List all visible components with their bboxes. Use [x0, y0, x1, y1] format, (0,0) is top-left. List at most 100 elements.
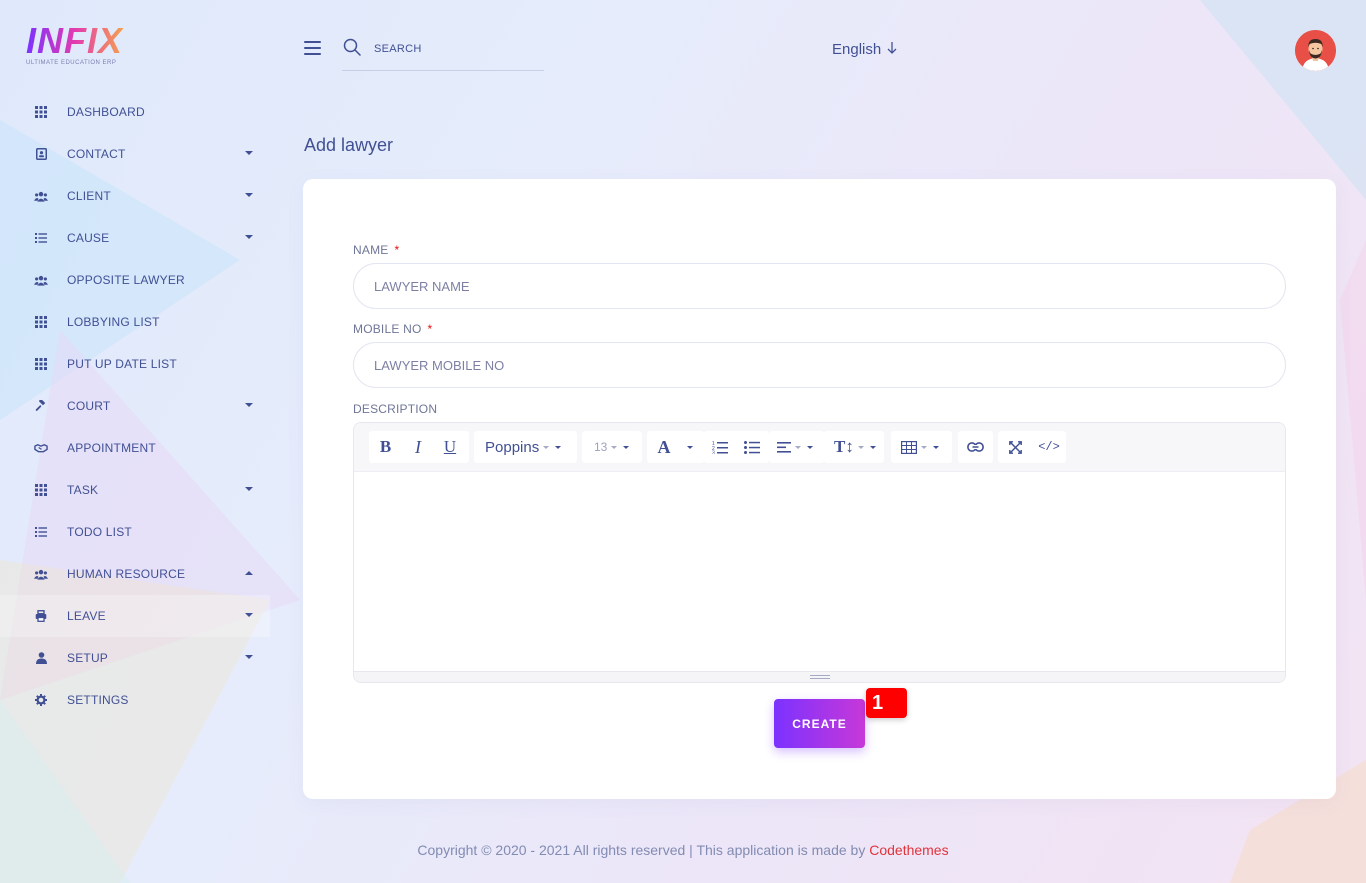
sidebar-item-label: SETTINGS	[67, 693, 129, 707]
list-icon	[34, 231, 48, 245]
grid-icon	[34, 315, 48, 329]
code-view-icon[interactable]: </>	[1032, 431, 1066, 463]
footer-link[interactable]: Codethemes	[869, 842, 948, 858]
sidebar-item-label: CLIENT	[67, 189, 111, 203]
italic-icon[interactable]: I	[402, 431, 434, 463]
chevron-down-icon	[245, 487, 253, 491]
lawyer-name-input[interactable]	[353, 263, 1286, 309]
arrow-down-icon	[887, 41, 897, 58]
grid-icon	[34, 357, 48, 371]
view-group: </>	[998, 431, 1066, 463]
font-family-value: Poppins	[485, 438, 540, 456]
search-input[interactable]	[374, 39, 539, 59]
list-group: 123	[704, 431, 769, 463]
chevron-down-icon	[245, 403, 253, 407]
fullscreen-icon[interactable]	[998, 431, 1032, 463]
avatar[interactable]	[1295, 30, 1336, 71]
footer-text: Copyright © 2020 - 2021 All rights reser…	[417, 842, 870, 858]
caret-icon	[543, 445, 550, 449]
logo[interactable]: INFIX ULTIMATE EDUCATION ERP	[26, 20, 124, 67]
chevron-down-icon	[245, 151, 253, 155]
list-icon	[34, 525, 48, 539]
contact-book-icon	[34, 147, 48, 161]
search-icon[interactable]	[343, 38, 361, 61]
table-icon	[891, 431, 917, 463]
chevron-down-icon	[555, 445, 562, 449]
create-button[interactable]: CREATE	[774, 699, 865, 748]
sidebar-item-contact[interactable]: CONTACT	[0, 133, 270, 175]
lawyer-mobile-input[interactable]	[353, 342, 1286, 388]
chevron-down-icon	[245, 235, 253, 239]
chevron-down-icon	[245, 193, 253, 197]
language-label: English	[832, 41, 882, 58]
gear-icon	[34, 693, 48, 707]
sidebar-item-leave[interactable]: LEAVE	[0, 595, 270, 637]
form-card: NAME * MOBILE NO * DESCRIPTION B I U Poppi…	[303, 179, 1336, 799]
chevron-down-icon	[245, 613, 253, 617]
menu-toggle-icon[interactable]	[304, 41, 322, 56]
sidebar-item-label: CAUSE	[67, 231, 110, 245]
search-bar	[342, 36, 544, 71]
caret-icon	[795, 445, 801, 449]
sidebar-item-label: TASK	[67, 483, 99, 497]
language-selector[interactable]: English	[832, 41, 897, 58]
sidebar-item-label: CONTACT	[67, 147, 126, 161]
link-group	[958, 431, 993, 463]
chevron-down-icon	[869, 445, 876, 449]
caret-icon	[921, 445, 927, 449]
table-dropdown[interactable]	[891, 431, 952, 463]
sidebar-item-label: APPOINTMENT	[67, 441, 156, 455]
page-title: Add lawyer	[304, 135, 394, 155]
font-color-icon: A	[657, 436, 671, 457]
editor-content-area[interactable]	[354, 472, 1285, 672]
link-icon[interactable]	[958, 431, 993, 463]
sidebar-item-appointment[interactable]: APPOINTMENT	[0, 427, 270, 469]
sidebar-item-court[interactable]: COURT	[0, 385, 270, 427]
sidebar-item-label: DASHBOARD	[67, 105, 145, 119]
sidebar-item-client[interactable]: CLIENT	[0, 175, 270, 217]
chevron-up-icon	[245, 571, 253, 575]
caret-icon	[857, 445, 864, 449]
rich-text-editor: B I U Poppins 13 A 123 T↕ </>	[353, 422, 1286, 683]
sidebar-item-settings[interactable]: SETTINGS	[0, 679, 270, 721]
ordered-list-icon[interactable]: 123	[704, 431, 736, 463]
handshake-icon	[34, 441, 48, 455]
chevron-down-icon	[687, 445, 693, 449]
sidebar-item-human-resource[interactable]: HUMAN RESOURCE	[0, 553, 270, 595]
user-icon	[34, 651, 48, 665]
sidebar-nav: DASHBOARD CONTACT CLIENT CAUSE OPPOSITE …	[0, 91, 270, 721]
sidebar-item-opposite-lawyer[interactable]: OPPOSITE LAWYER	[0, 259, 270, 301]
sidebar-item-dashboard[interactable]: DASHBOARD	[0, 91, 270, 133]
step-badge: 1	[866, 688, 907, 718]
underline-icon[interactable]: U	[434, 431, 466, 463]
align-left-icon	[769, 431, 791, 463]
footer: Copyright © 2020 - 2021 All rights reser…	[0, 842, 1366, 858]
font-color-dropdown[interactable]: A	[647, 431, 704, 463]
sidebar-item-setup[interactable]: SETUP	[0, 637, 270, 679]
chevron-down-icon	[623, 445, 630, 449]
sidebar-item-label: HUMAN RESOURCE	[67, 567, 186, 581]
sidebar-item-lobbying-list[interactable]: LOBBYING LIST	[0, 301, 270, 343]
chevron-down-icon	[933, 445, 939, 449]
paragraph-align-dropdown[interactable]	[769, 431, 824, 463]
sidebar-item-label: LOBBYING LIST	[67, 315, 160, 329]
sidebar-item-label: OPPOSITE LAWYER	[67, 273, 185, 287]
users-icon	[34, 189, 48, 203]
line-height-dropdown[interactable]: T↕	[824, 431, 884, 463]
logo-text: INFIX	[26, 20, 124, 61]
editor-resize-handle[interactable]	[354, 671, 1285, 682]
bold-icon[interactable]: B	[369, 431, 402, 463]
sidebar-item-put-up-date-list[interactable]: PUT UP DATE LIST	[0, 343, 270, 385]
sidebar-item-label: COURT	[67, 399, 111, 413]
required-mark: *	[427, 322, 433, 336]
sidebar-item-cause[interactable]: CAUSE	[0, 217, 270, 259]
sidebar-item-label: LEAVE	[67, 609, 106, 623]
sidebar-item-task[interactable]: TASK	[0, 469, 270, 511]
unordered-list-icon[interactable]	[736, 431, 768, 463]
font-size-dropdown[interactable]: 13	[582, 431, 642, 463]
users-icon	[34, 273, 48, 287]
font-family-dropdown[interactable]: Poppins	[474, 431, 577, 463]
sidebar-item-todo-list[interactable]: TODO LIST	[0, 511, 270, 553]
caret-icon	[611, 445, 618, 449]
text-style-group: B I U	[369, 431, 469, 463]
